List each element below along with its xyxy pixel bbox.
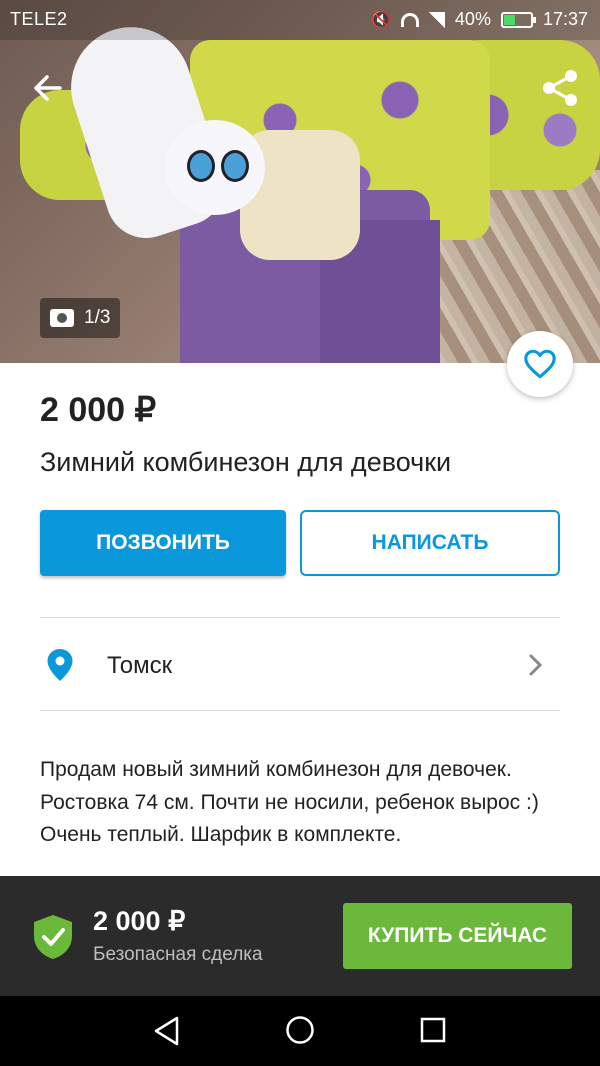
location-city: Томск xyxy=(107,652,173,679)
write-message-button[interactable]: НАПИСАТЬ xyxy=(300,510,560,576)
battery-percent: 40% xyxy=(454,9,491,29)
share-icon xyxy=(543,70,577,106)
listing-title: Зимний комбинезон для девочки xyxy=(40,447,452,477)
location-row[interactable]: Томск xyxy=(40,618,560,710)
mute-icon: 🔇 xyxy=(371,11,391,29)
carrier-name: TELE2 xyxy=(10,9,68,29)
purchase-price: 2 000 ₽ xyxy=(93,906,186,936)
battery-icon xyxy=(500,11,536,28)
heart-icon xyxy=(524,349,556,379)
chevron-right-icon xyxy=(528,652,544,685)
back-arrow-icon xyxy=(34,75,62,101)
signal-icon xyxy=(428,11,445,28)
photo-counter-text: 1/3 xyxy=(84,307,111,328)
clock: 17:37 xyxy=(542,9,588,29)
nav-recent-icon[interactable] xyxy=(420,1017,446,1043)
camera-icon xyxy=(50,309,74,327)
status-bar-right: 🔇 40% 17:37 xyxy=(371,9,588,30)
listing-description: Продам новый зимний комбинезон для девоч… xyxy=(40,758,539,846)
wifi-icon xyxy=(400,12,419,27)
nav-home-icon[interactable] xyxy=(285,1015,315,1045)
location-pin-icon xyxy=(47,649,73,681)
back-button[interactable] xyxy=(28,68,68,108)
favorite-button[interactable] xyxy=(507,331,573,397)
safe-deal-label: Безопасная сделка xyxy=(93,944,263,965)
call-button[interactable]: ПОЗВОНИТЬ xyxy=(40,510,286,576)
share-button[interactable] xyxy=(538,66,582,110)
shield-check-icon xyxy=(34,915,72,959)
listing-price: 2 000 ₽ xyxy=(40,391,157,429)
nav-back-icon[interactable] xyxy=(152,1015,182,1047)
status-bar-left: TELE2 xyxy=(10,9,68,30)
buy-now-button[interactable]: КУПИТЬ СЕЙЧАС xyxy=(343,903,572,969)
system-navigation-bar xyxy=(0,996,600,1066)
divider xyxy=(40,710,560,711)
purchase-bar: 2 000 ₽ Безопасная сделка КУПИТЬ СЕЙЧАС xyxy=(0,876,600,996)
photo-counter: 1/3 xyxy=(40,298,121,338)
